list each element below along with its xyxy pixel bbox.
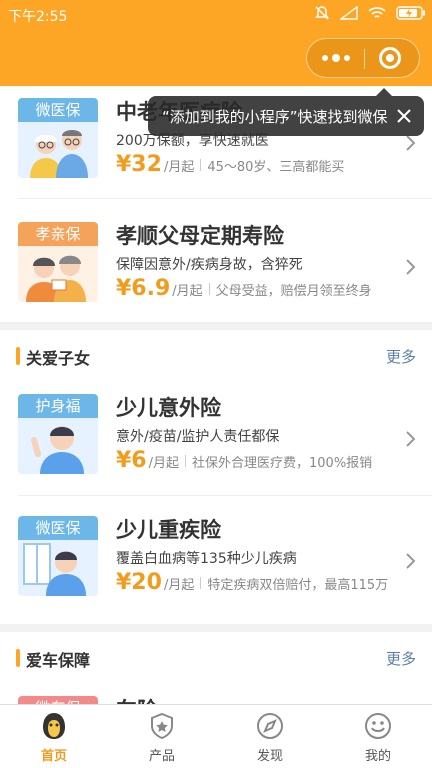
bottom-tab-bar: 首页 产品 发现 我的 <box>0 704 432 768</box>
section-accent-bar <box>16 649 20 667</box>
boy-waving-icon: 护身福 <box>18 394 98 474</box>
item-divider <box>18 495 432 496</box>
elderly-couple-icon: 微医保 <box>18 98 98 178</box>
price-unit: /月起 <box>163 578 195 593</box>
product-note: 45～80岁、三高都能买 <box>207 160 345 175</box>
status-icons <box>314 5 426 21</box>
chevron-right-icon <box>406 135 416 151</box>
status-time: 下午2:55 <box>8 9 68 25</box>
price-separator <box>200 577 202 589</box>
product-badge: 孝亲保 <box>18 222 98 246</box>
section-title: 关爱子女 <box>26 349 91 368</box>
product-note: 父母受益，赔偿月领至终身 <box>215 284 372 299</box>
main-content: 微医保 中老年医疗险 200万保额，享快速就医 ¥32 /月起 45～80岁、三… <box>0 86 432 704</box>
section-car: 爱车保障 更多 微车保 车险 <box>0 632 432 704</box>
product-item[interactable]: 微车保 车险 <box>0 684 432 704</box>
tab-products[interactable]: 产品 <box>108 705 216 768</box>
section-more-link[interactable]: 更多 <box>386 346 416 367</box>
product-price: ¥20 <box>116 570 162 595</box>
product-item[interactable]: 护身福 少儿意外险 意外/疫苗/监护人责任都保 ¥6 /月起 社保外合理医疗费，… <box>0 382 432 504</box>
price-unit: /月起 <box>172 284 203 299</box>
section-more-link[interactable]: 更多 <box>386 648 416 669</box>
section-header: 关爱子女 更多 <box>0 330 432 382</box>
home-penguin-icon <box>43 713 65 739</box>
boy-at-window-icon: 微医保 <box>18 516 98 596</box>
product-desc: 保障因意外/疾病身故，含猝死 <box>116 257 303 273</box>
section-accent-bar <box>16 347 20 365</box>
close-icon[interactable] <box>394 106 414 126</box>
product-desc: 意外/疫苗/监护人责任都保 <box>116 429 280 445</box>
product-badge: 微医保 <box>18 98 98 122</box>
tab-label: 产品 <box>148 749 175 764</box>
more-menu-button[interactable] <box>307 39 364 77</box>
product-badge: 微医保 <box>18 516 98 540</box>
add-miniprogram-tooltip: “添加到我的小程序”快速找到微保 <box>148 88 424 136</box>
tab-label: 我的 <box>364 749 391 764</box>
capsule-divider <box>364 49 365 69</box>
product-price: ¥6 <box>116 448 147 473</box>
price-line: ¥6 /月起 社保外合理医疗费，100%报销 <box>116 448 372 473</box>
product-title: 少儿意外险 <box>116 396 221 420</box>
compass-icon <box>257 713 283 739</box>
price-unit: /月起 <box>148 456 180 471</box>
product-note: 社保外合理医疗费，100%报销 <box>192 456 373 471</box>
tab-mine[interactable]: 我的 <box>324 705 432 768</box>
item-divider <box>18 198 432 199</box>
product-shield-icon <box>151 712 173 740</box>
price-line: ¥32 /月起 45～80岁、三高都能买 <box>116 152 344 177</box>
tab-label: 发现 <box>256 749 283 764</box>
chevron-right-icon <box>406 259 416 275</box>
section-header: 爱车保障 更多 <box>0 632 432 684</box>
product-price: ¥32 <box>116 152 162 177</box>
section-title: 爱车保障 <box>26 651 91 670</box>
signal-icon <box>340 6 358 20</box>
car-icon: 微车保 <box>18 696 98 704</box>
tab-home[interactable]: 首页 <box>0 705 108 768</box>
close-miniprogram-button[interactable] <box>379 47 401 69</box>
product-price: ¥6.9 <box>116 276 171 301</box>
chevron-right-icon <box>406 431 416 447</box>
status-bar: 下午2:55 <box>0 0 432 30</box>
app-header: 下午2:55 <box>0 0 432 86</box>
parents-with-card-icon: 孝亲保 <box>18 222 98 302</box>
miniprogram-capsule <box>306 38 420 78</box>
mute-bell-icon <box>315 6 329 20</box>
battery-charging-icon <box>396 6 425 20</box>
product-item[interactable]: 微医保 少儿重疾险 覆盖白血病等135种少儿疾病 ¥20 /月起 特定疾病双倍赔… <box>0 504 432 626</box>
tab-discover[interactable]: 发现 <box>216 705 324 768</box>
section-children: 关爱子女 更多 护身福 少儿意外险 意外/疫苗/监护人责任都保 ¥6 /月起 社… <box>0 330 432 624</box>
product-badge: 护身福 <box>18 394 98 418</box>
tab-label: 首页 <box>40 749 67 764</box>
product-badge: 微车保 <box>18 696 98 704</box>
wifi-icon <box>368 7 386 18</box>
product-title: 孝顺父母定期寿险 <box>116 224 284 248</box>
price-separator <box>185 455 187 467</box>
price-line: ¥6.9 /月起 父母受益，赔偿月领至终身 <box>116 276 372 301</box>
product-item[interactable]: 孝亲保 孝顺父母定期寿险 保障因意外/疾病身故，含猝死 ¥6.9 /月起 父母受… <box>0 210 432 332</box>
product-note: 特定疾病双倍赔付，最高115万 <box>207 578 389 593</box>
price-separator <box>200 159 202 171</box>
smiley-icon <box>365 713 391 739</box>
product-title: 少儿重疾险 <box>116 518 221 542</box>
product-title: 车险 <box>116 694 158 704</box>
chevron-right-icon <box>406 553 416 569</box>
tooltip-text: “添加到我的小程序”快速找到微保 <box>162 107 388 126</box>
product-desc: 覆盖白血病等135种少儿疾病 <box>116 551 297 567</box>
price-line: ¥20 /月起 特定疾病双倍赔付，最高115万 <box>116 570 388 595</box>
price-separator <box>208 283 210 295</box>
price-unit: /月起 <box>163 160 195 175</box>
